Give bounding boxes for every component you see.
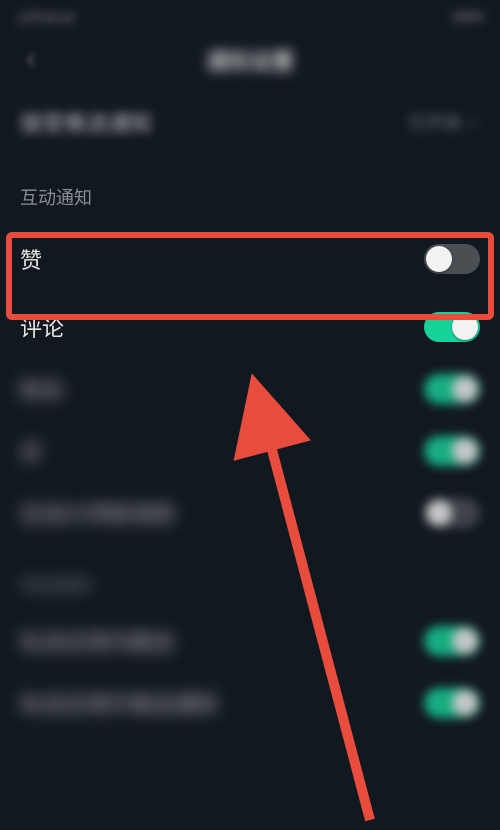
toggle-comment[interactable]: [424, 312, 480, 342]
setting-label-comment: 评论: [20, 311, 64, 343]
toggle-like[interactable]: [424, 244, 480, 274]
toggle-4[interactable]: [424, 436, 480, 466]
setting-row-5: 在线大师新视频: [0, 482, 500, 544]
push-notification-label: 接受推送通知: [20, 106, 152, 138]
status-indicators: 100%: [451, 9, 484, 24]
toggle-6[interactable]: [424, 626, 480, 656]
push-notification-row[interactable]: 接受推送通知 已开启: [0, 88, 500, 156]
setting-label-like: 赞: [20, 243, 42, 275]
status-time: 上午10:14: [16, 7, 75, 26]
setting-label-7: 私信应用外推送通知: [20, 687, 218, 719]
push-notification-value: 已开启: [408, 109, 480, 135]
section-header-interact: 互动通知: [0, 156, 500, 222]
toggle-7[interactable]: [424, 688, 480, 718]
setting-label-6: 私信应用内推送: [20, 625, 174, 657]
section-header-other: 其他通知: [0, 544, 500, 610]
page-title: 通知设置: [206, 44, 294, 76]
toggle-5[interactable]: [424, 498, 480, 528]
chevron-left-icon: [23, 51, 41, 69]
setting-label-5: 在线大师新视频: [20, 497, 174, 529]
setting-row-4: @: [0, 420, 500, 482]
setting-row-6: 私信应用内推送: [0, 610, 500, 672]
setting-row-3: 粉丝: [0, 358, 500, 420]
setting-row-comment: 评论: [0, 296, 500, 358]
setting-row-7: 私信应用外推送通知: [0, 672, 500, 734]
header: 通知设置: [0, 32, 500, 88]
back-button[interactable]: [12, 40, 52, 80]
chevron-right-icon: [466, 115, 480, 129]
status-bar: 上午10:14 100%: [0, 0, 500, 32]
setting-row-like: 赞: [0, 222, 500, 296]
toggle-3[interactable]: [424, 374, 480, 404]
setting-label-3: 粉丝: [20, 373, 64, 405]
setting-label-4: @: [20, 438, 42, 464]
